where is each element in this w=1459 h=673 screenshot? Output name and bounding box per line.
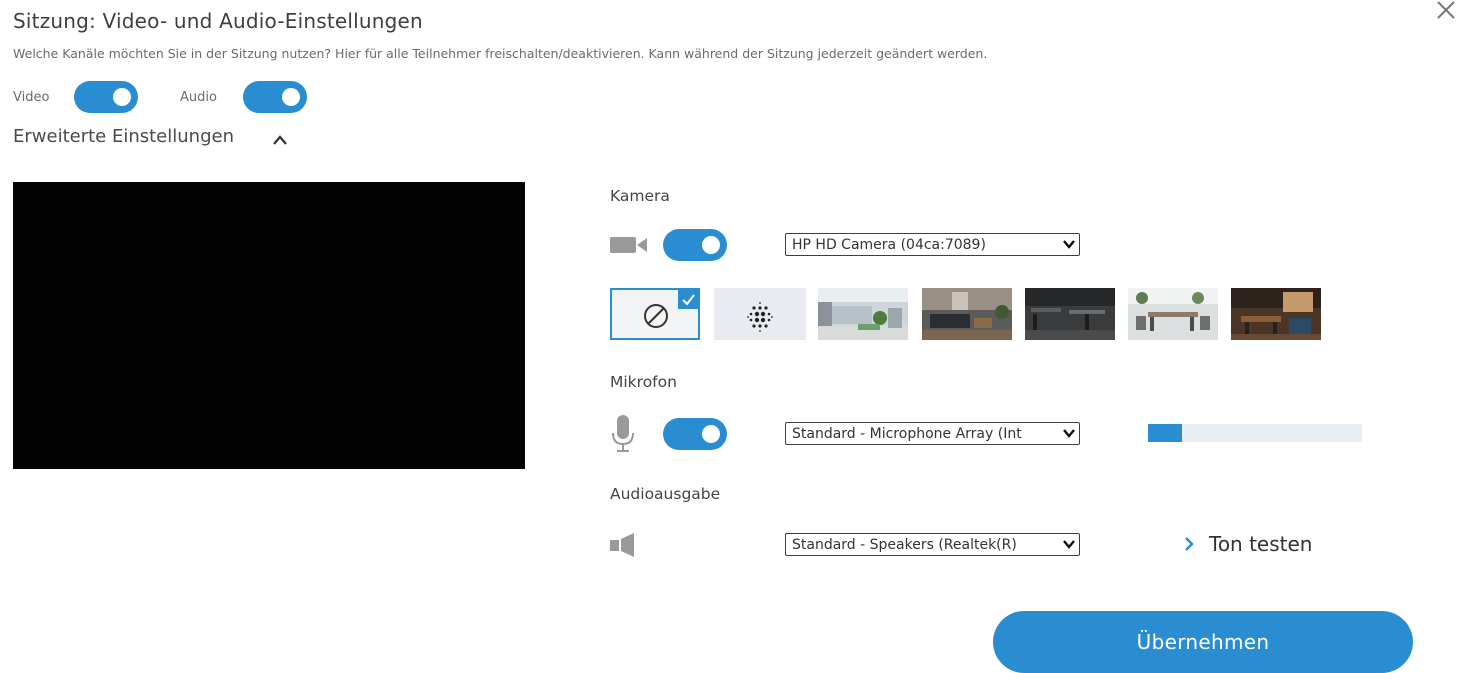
camera-preview [13,182,525,469]
background-option-office-5[interactable] [1231,288,1321,340]
background-option-none[interactable] [610,288,700,340]
test-sound-link[interactable]: Ton testen [1209,532,1312,556]
video-toggle-label: Video [13,90,50,105]
speaker-icon [610,533,634,557]
toggle-knob [282,88,300,106]
chevron-down-icon [1063,429,1075,438]
close-icon[interactable] [1434,0,1458,20]
toggle-knob [702,236,720,254]
office-background-thumbnail [1025,288,1115,340]
microphone-select[interactable]: Standard - Microphone Array (Int [785,422,1080,445]
audio-output-select-value: Standard - Speakers (Realtek(R) [792,537,1017,553]
camera-select-value: HP HD Camera (04ca:7089) [792,237,986,253]
office-background-thumbnail [1128,288,1218,340]
background-option-office-4[interactable] [1128,288,1218,340]
background-option-blur[interactable] [714,288,806,340]
audio-output-select[interactable]: Standard - Speakers (Realtek(R) [785,533,1080,556]
audio-toggle-label: Audio [180,90,217,105]
video-toggle[interactable] [74,81,138,113]
background-option-office-1[interactable] [818,288,908,340]
chevron-down-icon [1063,540,1075,549]
office-background-thumbnail [922,288,1012,340]
camera-toggle[interactable] [663,229,727,261]
camera-select[interactable]: HP HD Camera (04ca:7089) [785,233,1080,256]
office-background-thumbnail [818,288,908,340]
microphone-select-value: Standard - Microphone Array (Int [792,426,1022,442]
chevron-up-icon[interactable] [272,133,288,147]
toggle-knob [702,425,720,443]
chevron-right-icon[interactable] [1183,535,1195,553]
background-option-office-3[interactable] [1025,288,1115,340]
audio-toggle[interactable] [243,81,307,113]
microphone-toggle[interactable] [663,418,727,450]
camera-section-label: Kamera [610,187,670,205]
checkmark-icon [682,294,695,306]
apply-button[interactable]: Übernehmen [993,611,1413,673]
microphone-section-label: Mikrofon [610,373,677,391]
chevron-down-icon [1063,240,1075,249]
toggle-knob [113,88,131,106]
dialog-subtitle: Welche Kanäle möchten Sie in der Sitzung… [13,46,988,61]
advanced-settings-toggle[interactable]: Erweiterte Einstellungen [13,126,234,147]
blur-icon [747,302,773,332]
microphone-icon [612,415,634,452]
selected-check-badge [678,290,698,309]
office-background-thumbnail [1231,288,1321,340]
microphone-level-fill [1148,424,1183,442]
microphone-level-meter [1148,424,1362,442]
dialog-title: Sitzung: Video- und Audio-Einstellungen [13,9,423,33]
video-camera-icon [610,237,647,253]
audio-output-section-label: Audioausgabe [610,485,721,503]
background-option-office-2[interactable] [922,288,1012,340]
